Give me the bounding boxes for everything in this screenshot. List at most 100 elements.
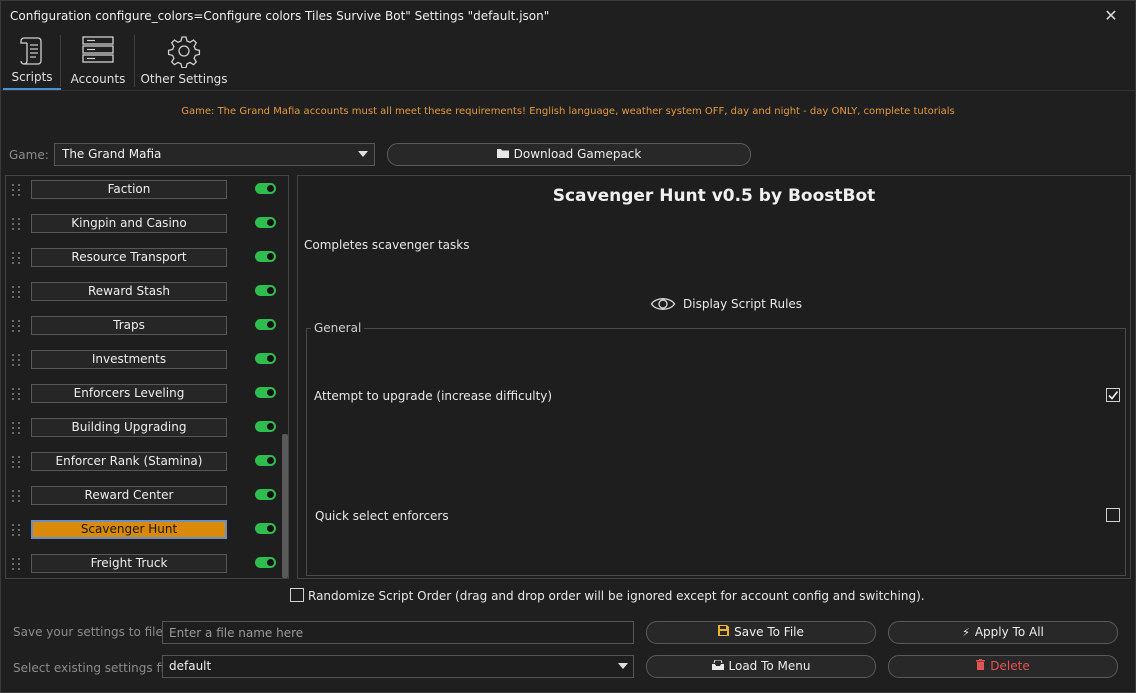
toggle-knob [267, 355, 274, 362]
save-to-file-label: Save To File [734, 625, 804, 639]
script-button[interactable]: Enforcers Leveling [31, 384, 227, 403]
script-list-scrollbar[interactable] [281, 176, 288, 578]
script-detail-panel: Scavenger Hunt v0.5 by BoostBot Complete… [297, 175, 1131, 579]
gear-icon [167, 34, 201, 71]
eye-icon [650, 294, 676, 317]
check-icon [1108, 391, 1119, 400]
script-button[interactable]: Faction [31, 180, 227, 199]
tab-bar: Scripts Accounts Other Settings [1, 31, 1135, 91]
drag-handle-icon[interactable] [12, 524, 22, 540]
scroll-icon [17, 34, 47, 69]
toggle-knob [267, 457, 274, 464]
tab-bar-divider [1, 90, 1135, 91]
drag-handle-icon[interactable] [12, 422, 22, 438]
floppy-icon [718, 622, 730, 643]
script-button[interactable]: Enforcer Rank (Stamina) [31, 452, 227, 471]
server-icon [81, 34, 115, 69]
script-enabled-toggle[interactable] [255, 455, 276, 466]
delete-button[interactable]: Delete [888, 655, 1118, 678]
script-button[interactable]: Freight Truck [31, 554, 227, 573]
script-row: Resource Transport [6, 245, 278, 279]
script-list: Faction Kingpin and Casino Resource Transp… [5, 175, 289, 579]
script-button[interactable]: Scavenger Hunt [31, 520, 227, 539]
save-settings-label: Save your settings to file [13, 625, 163, 639]
select-settings-label: Select existing settings file [13, 661, 175, 675]
toggle-knob [267, 423, 274, 430]
script-enabled-toggle[interactable] [255, 251, 276, 262]
script-button[interactable]: Reward Stash [31, 282, 227, 301]
randomize-order-checkbox[interactable] [290, 588, 304, 602]
display-script-rules-label: Display Script Rules [683, 297, 803, 311]
tab-accounts[interactable]: Accounts [63, 31, 133, 90]
load-to-menu-label: Load To Menu [728, 659, 811, 673]
load-to-menu-button[interactable]: Load To Menu [646, 655, 876, 678]
script-enabled-toggle[interactable] [255, 217, 276, 228]
script-button[interactable]: Resource Transport [31, 248, 227, 267]
script-title: Scavenger Hunt v0.5 by BoostBot [552, 186, 876, 206]
title-bar: Configuration configure_colors=Configure… [1, 1, 1135, 31]
config-window: Configuration configure_colors=Configure… [0, 0, 1136, 693]
game-requirements-notice: Game: The Grand Mafia accounts must all … [181, 106, 955, 117]
folder-icon [496, 144, 509, 165]
close-icon[interactable]: ✕ [1101, 6, 1121, 26]
toggle-knob [267, 287, 274, 294]
drag-handle-icon[interactable] [12, 490, 22, 506]
script-enabled-toggle[interactable] [255, 353, 276, 364]
settings-file-select-value: default [169, 659, 212, 673]
drag-handle-icon[interactable] [12, 388, 22, 404]
lightning-icon: ⚡ [962, 626, 970, 639]
drag-handle-icon[interactable] [12, 456, 22, 472]
settings-file-select[interactable]: default [162, 655, 634, 678]
drag-handle-icon[interactable] [12, 286, 22, 302]
script-enabled-toggle[interactable] [255, 557, 276, 568]
script-button[interactable]: Kingpin and Casino [31, 214, 227, 233]
script-enabled-toggle[interactable] [255, 489, 276, 500]
script-button[interactable]: Reward Center [31, 486, 227, 505]
toggle-knob [267, 389, 274, 396]
tab-divider [134, 35, 135, 87]
script-button[interactable]: Traps [31, 316, 227, 335]
toggle-knob [267, 491, 274, 498]
scrollbar-thumb[interactable] [282, 434, 288, 578]
drag-handle-icon[interactable] [12, 218, 22, 234]
trash-icon [976, 656, 986, 677]
script-row: Building Upgrading [6, 415, 278, 449]
chevron-down-icon [358, 151, 368, 157]
drag-handle-icon[interactable] [12, 320, 22, 336]
drag-handle-icon[interactable] [12, 184, 22, 200]
tab-other-settings[interactable]: Other Settings [137, 31, 231, 90]
apply-to-all-button[interactable]: ⚡ Apply To All [888, 621, 1118, 644]
script-row: Traps [6, 313, 278, 347]
game-select[interactable]: The Grand Mafia [54, 143, 375, 166]
script-enabled-toggle[interactable] [255, 183, 276, 194]
randomize-order-label: Randomize Script Order (drag and drop or… [308, 589, 925, 603]
script-enabled-toggle[interactable] [255, 387, 276, 398]
script-row: Enforcers Leveling [6, 381, 278, 415]
script-button[interactable]: Building Upgrading [31, 418, 227, 437]
script-enabled-toggle[interactable] [255, 285, 276, 296]
script-enabled-toggle[interactable] [255, 523, 276, 534]
script-row: Enforcer Rank (Stamina) [6, 449, 278, 483]
option-attempt-upgrade-label: Attempt to upgrade (increase difficulty) [314, 389, 553, 403]
save-to-file-button[interactable]: Save To File [646, 621, 876, 644]
tab-divider [60, 35, 61, 87]
drag-handle-icon[interactable] [12, 252, 22, 268]
apply-to-all-label: Apply To All [974, 625, 1044, 639]
general-group: General Attempt to upgrade (increase dif… [306, 321, 1126, 576]
download-gamepack-button[interactable]: Download Gamepack [387, 143, 751, 166]
script-row: Scavenger Hunt [6, 517, 278, 551]
script-row: Faction [6, 177, 278, 211]
option-attempt-upgrade-checkbox[interactable] [1106, 388, 1120, 402]
script-row: Reward Stash [6, 279, 278, 313]
script-button[interactable]: Investments [31, 350, 227, 369]
game-label: Game: [9, 148, 49, 162]
drag-handle-icon[interactable] [12, 354, 22, 370]
script-enabled-toggle[interactable] [255, 319, 276, 330]
group-title: General [311, 321, 365, 335]
option-quick-select-checkbox[interactable] [1106, 508, 1120, 522]
window-title: Configuration configure_colors=Configure… [10, 9, 550, 23]
tab-scripts[interactable]: Scripts [3, 31, 61, 90]
script-enabled-toggle[interactable] [255, 421, 276, 432]
drag-handle-icon[interactable] [12, 558, 22, 574]
settings-filename-input[interactable] [162, 621, 634, 644]
